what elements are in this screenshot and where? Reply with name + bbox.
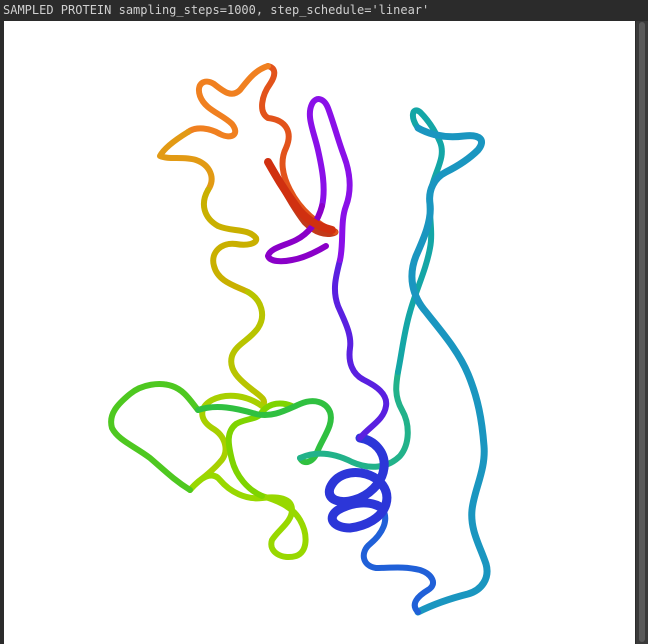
ribbon-segment-violet-a <box>331 257 390 441</box>
ribbon-segment-yellow <box>200 187 260 295</box>
ribbon-segment-indigo <box>324 433 392 533</box>
ribbon-segment-cyan <box>408 124 491 616</box>
ribbon-segment-orange-yellow <box>157 129 215 193</box>
ribbon-segment-green-b <box>108 381 201 493</box>
ribbon-segment-yellow-green <box>228 289 267 409</box>
protein-ribbon-icon <box>108 63 491 616</box>
ribbon-segment-teal-a <box>297 369 411 470</box>
ribbon-segment-orange <box>185 63 271 140</box>
